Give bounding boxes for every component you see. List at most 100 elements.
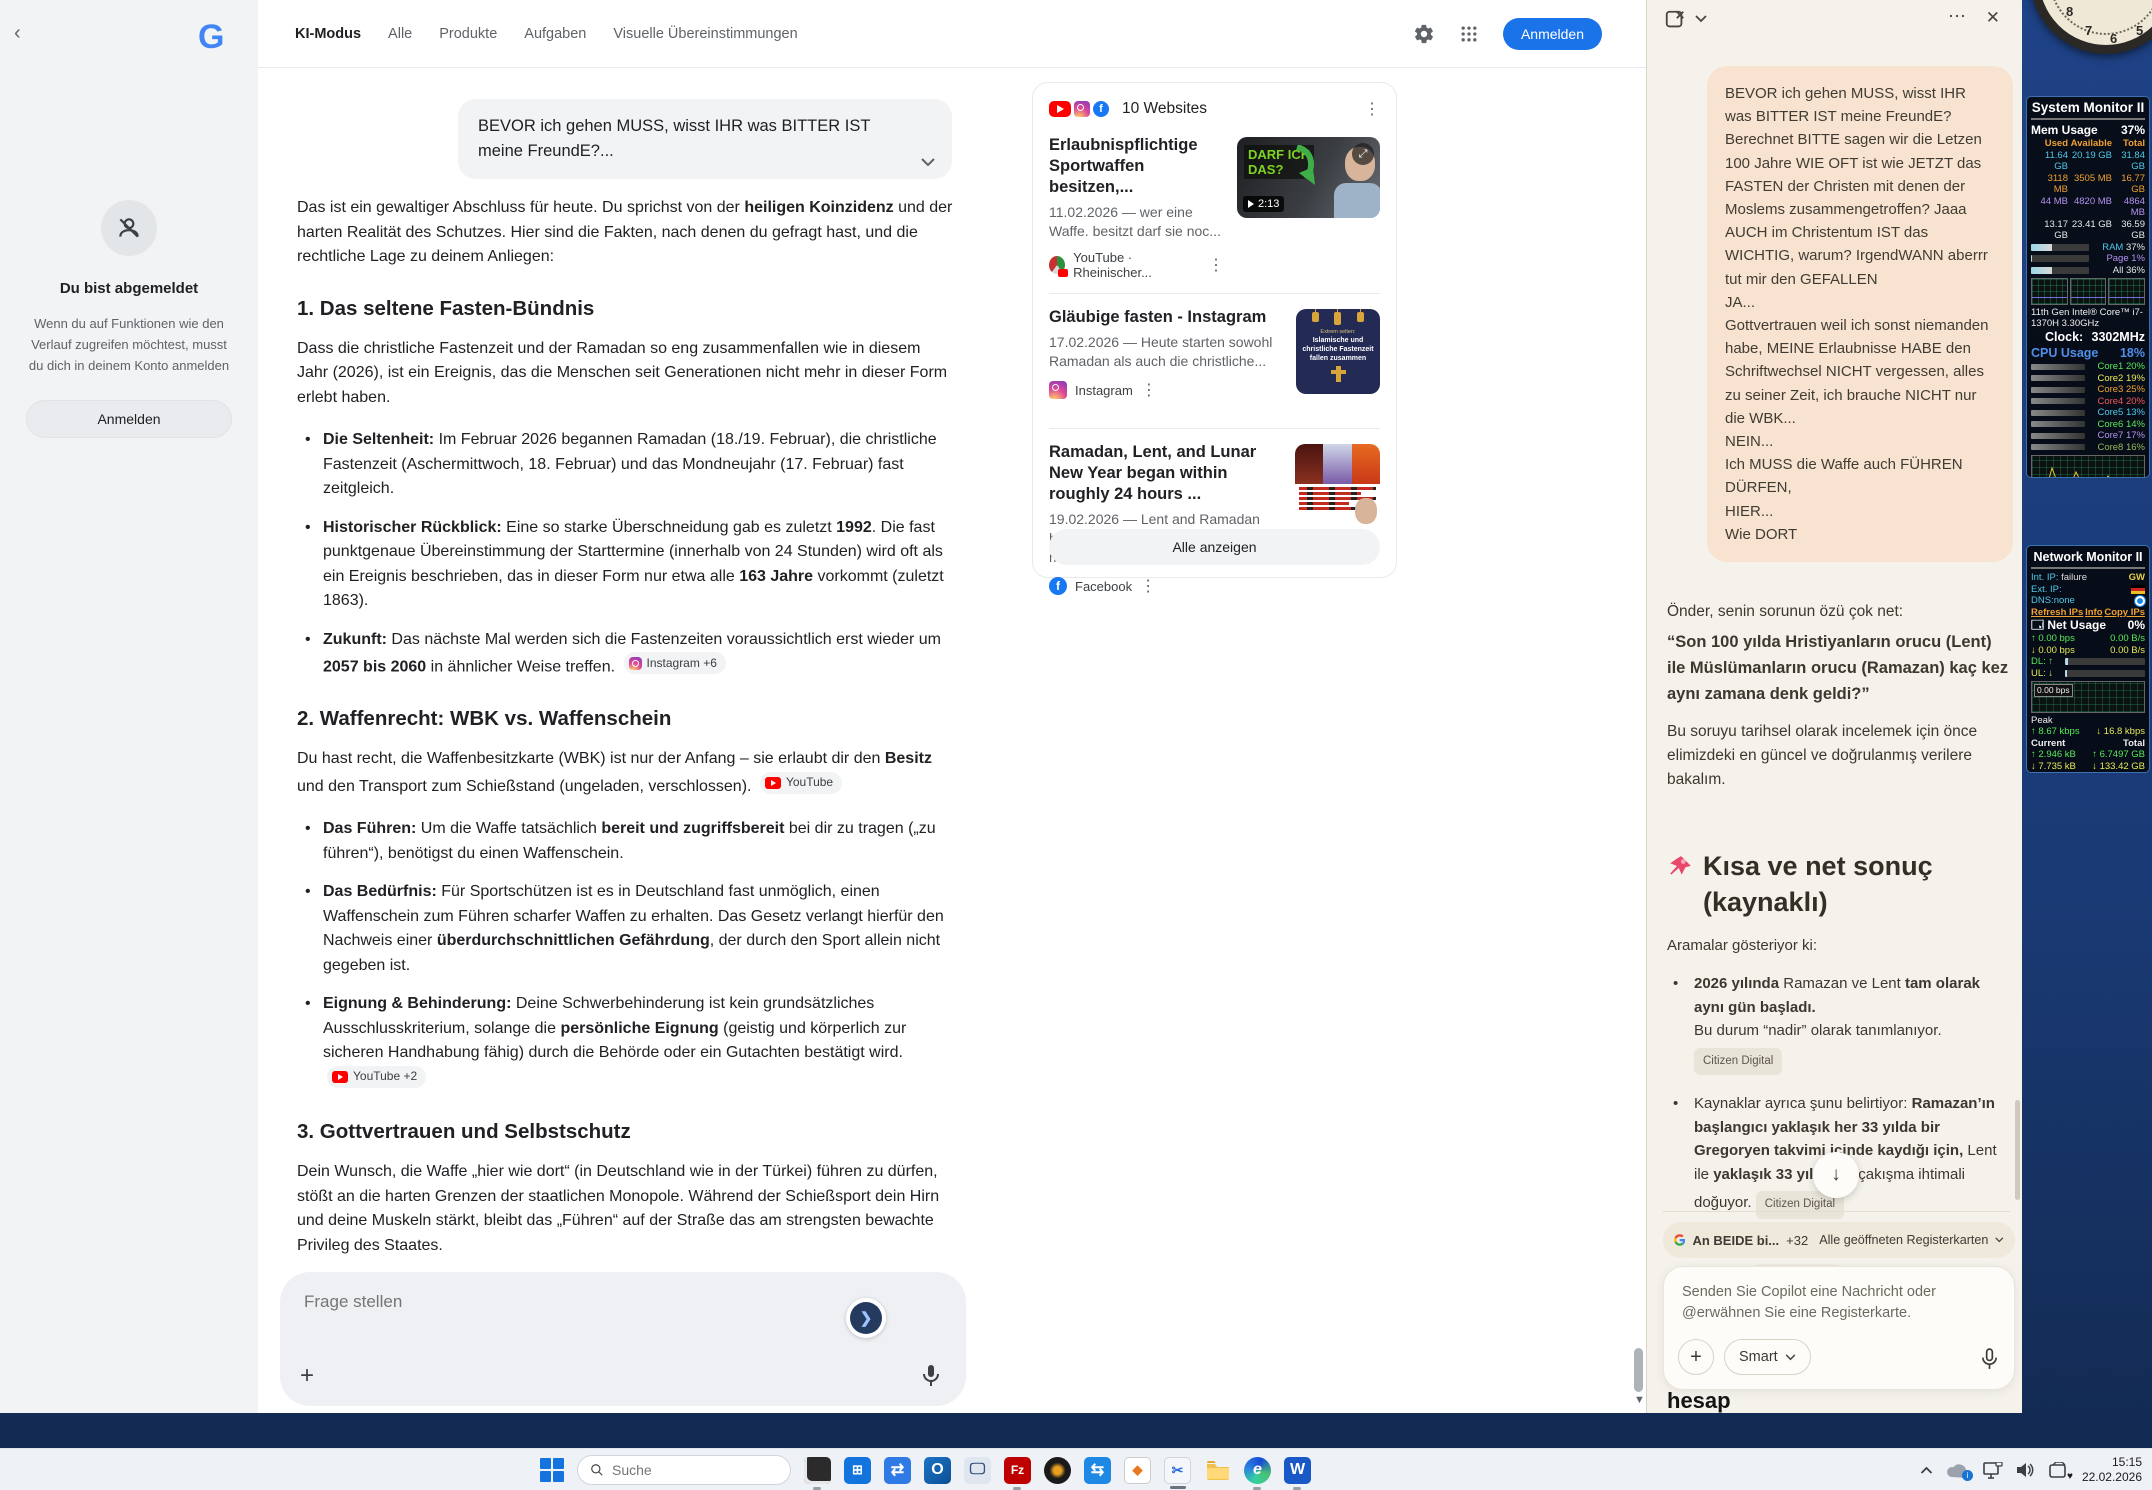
copilot-scrollbar[interactable] bbox=[2015, 1100, 2020, 1200]
microphone-icon[interactable] bbox=[1981, 1348, 1998, 1371]
mode-selector[interactable]: Smart bbox=[1724, 1339, 1811, 1375]
nav-signin-button[interactable]: Anmelden bbox=[1502, 18, 1602, 50]
tray-chevron-up-icon[interactable] bbox=[1920, 1466, 1933, 1474]
taskbar-clock[interactable]: 15:15 22.02.2026 bbox=[2082, 1455, 2142, 1485]
website-card-youtube[interactable]: Erlaubnispflichtige Sportwaffen besitzen… bbox=[1049, 135, 1380, 280]
card-overflow-icon[interactable]: ⋮ bbox=[1140, 576, 1156, 596]
taskbar-app-media[interactable] bbox=[1044, 1456, 1071, 1484]
context-tabs-bar[interactable]: An BEIDE bi... +32 Alle geöffneten Regis… bbox=[1663, 1222, 2015, 1258]
instagram-icon bbox=[628, 656, 642, 670]
panel-overflow-icon[interactable]: ⋮ bbox=[1364, 99, 1380, 119]
card-overflow-icon[interactable]: ⋮ bbox=[1208, 255, 1224, 275]
taskbar-app-edge[interactable]: e bbox=[1244, 1456, 1271, 1490]
list-item: Eignung & Behinderung: Deine Schwerbehin… bbox=[305, 992, 955, 1093]
answer-heading-1: 1. Das seltene Fasten-Bündnis bbox=[297, 296, 595, 320]
volume-icon[interactable] bbox=[2016, 1462, 2036, 1478]
close-panel-icon[interactable]: ✕ bbox=[1986, 8, 2000, 28]
taskbar-app-desktops[interactable] bbox=[804, 1456, 831, 1490]
account-off-icon bbox=[101, 200, 157, 256]
channel-favicon bbox=[1049, 256, 1069, 277]
mem-col-available: Available bbox=[2070, 138, 2112, 149]
browser-scrollbar[interactable]: ▼ bbox=[1633, 0, 1645, 1413]
info-link[interactable]: Info bbox=[2085, 607, 2102, 619]
citation-badge[interactable]: Citizen Digital bbox=[1694, 1047, 1783, 1075]
search-input[interactable] bbox=[612, 1462, 762, 1478]
taskbar-app-word[interactable]: W bbox=[1284, 1456, 1311, 1490]
mem-col-used: Used bbox=[2044, 138, 2068, 149]
instagram-thumbnail[interactable]: Extrem selten: Islamische und christlich… bbox=[1296, 309, 1380, 394]
settings-gear-icon[interactable] bbox=[1413, 23, 1435, 45]
website-card-instagram[interactable]: Gläubige fasten - Instagram 17.02.2026 —… bbox=[1049, 307, 1380, 415]
video-duration: 2:13 bbox=[1243, 196, 1285, 212]
expand-query-chevron-icon[interactable] bbox=[920, 157, 936, 167]
cast-display-icon[interactable] bbox=[1983, 1461, 2003, 1479]
refresh-ips-link[interactable]: Refresh IPs bbox=[2031, 607, 2083, 619]
new-chat-icon[interactable] bbox=[1664, 9, 1686, 31]
network-monitor-widget: Network Monitor II Int. IP: failure GW Ex… bbox=[2026, 545, 2150, 773]
facebook-icon: f bbox=[1049, 577, 1067, 595]
answer-heading-2: 2. Waffenrecht: WBK vs. Waffenschein bbox=[297, 707, 672, 730]
card-overflow-icon[interactable]: ⋮ bbox=[1141, 380, 1157, 400]
tab-aufgaben[interactable]: Aufgaben bbox=[524, 26, 586, 42]
taskbar-app-snipping[interactable]: ✂ bbox=[1164, 1456, 1191, 1489]
chevron-down-icon[interactable] bbox=[1695, 15, 1707, 23]
add-attachment-icon[interactable]: + bbox=[300, 1362, 314, 1390]
instagram-icon bbox=[1074, 101, 1090, 117]
copilot-input-placeholder[interactable]: Senden Sie Copilot eine Nachricht oder @… bbox=[1682, 1282, 1972, 1324]
onedrive-icon[interactable]: i bbox=[1946, 1462, 1973, 1481]
taskbar-search[interactable] bbox=[577, 1455, 791, 1485]
google-logo[interactable]: G bbox=[198, 18, 224, 57]
source-chip-instagram[interactable]: Instagram +6 bbox=[623, 652, 726, 674]
tab-visuelle-uebereinstimmungen[interactable]: Visuelle Übereinstimmungen bbox=[613, 26, 797, 42]
taskbar-app-vmware[interactable]: ◆ bbox=[1124, 1456, 1151, 1484]
video-thumbnail[interactable]: DARF ICH DAS? ⤢ 2:13 bbox=[1237, 137, 1380, 218]
add-icon[interactable]: + bbox=[1678, 1339, 1714, 1375]
answer-list-2: Das Führen: Um die Waffe tatsächlich ber… bbox=[297, 817, 955, 1093]
user-query-bubble[interactable]: BEVOR ich gehen MUSS, wisst IHR was BITT… bbox=[458, 99, 952, 179]
ai-mode-icon[interactable]: ❯ bbox=[846, 1298, 886, 1338]
taskbar-app-store[interactable]: ⊞ bbox=[844, 1456, 871, 1484]
taskbar-app-video-converter[interactable]: ⇆ bbox=[1084, 1456, 1111, 1484]
taskbar-app-outlook[interactable]: O bbox=[924, 1456, 951, 1484]
copilot-input-card[interactable]: Senden Sie Copilot eine Nachricht oder @… bbox=[1663, 1266, 2015, 1390]
website-card-facebook[interactable]: Ramadan, Lent, and Lunar New Year began … bbox=[1049, 442, 1380, 596]
source-chip-youtube-2[interactable]: YouTube +2 bbox=[327, 1065, 427, 1088]
net-history-graph: 0.00 bps bbox=[2031, 681, 2145, 713]
scroll-down-icon[interactable]: ▼ bbox=[1634, 1394, 1645, 1406]
pushpin-icon bbox=[1667, 848, 1693, 920]
response-paragraph: Bu soruyu tarihsel olarak incelemek için… bbox=[1667, 723, 1978, 788]
cpu-name: 11th Gen Intel® Core™ i7-1370H 3.30GHz bbox=[2031, 307, 2143, 329]
show-all-button[interactable]: Alle anzeigen bbox=[1049, 529, 1380, 565]
list-item: Zukunft: Das nächste Mal werden sich die… bbox=[305, 628, 955, 681]
start-button[interactable] bbox=[540, 1458, 564, 1482]
cpu-history-graph bbox=[2031, 455, 2145, 477]
google-favicon bbox=[1674, 1234, 1686, 1246]
tab-produkte[interactable]: Produkte bbox=[439, 26, 497, 42]
scrollbar-thumb[interactable] bbox=[1634, 1348, 1643, 1392]
ask-input-box[interactable]: ❯ + bbox=[280, 1272, 966, 1406]
copy-ips-link[interactable]: Copy IPs bbox=[2104, 607, 2145, 619]
chevron-down-icon bbox=[1995, 1237, 2004, 1243]
germany-flag-icon bbox=[2131, 584, 2145, 594]
expand-icon[interactable]: ⤢ bbox=[1352, 143, 1374, 165]
tab-ki-modus[interactable]: KI-Modus bbox=[295, 26, 361, 42]
apps-grid-icon[interactable] bbox=[1459, 24, 1479, 44]
taskbar-app-filezilla[interactable]: Fz bbox=[1004, 1456, 1031, 1490]
source-chip-youtube[interactable]: YouTube bbox=[759, 771, 843, 794]
taskbar-app-explorer[interactable] bbox=[1204, 1457, 1231, 1484]
microphone-icon[interactable] bbox=[922, 1364, 940, 1388]
ask-input[interactable] bbox=[304, 1292, 724, 1312]
taskbar-app-pc[interactable]: 🖵 bbox=[964, 1456, 991, 1484]
heart-badge: ♥ bbox=[2067, 1471, 2073, 1482]
more-options-icon[interactable]: ⋯ bbox=[1948, 6, 1966, 27]
list-item: Das Bedürfnis: Für Sportschützen ist es … bbox=[305, 880, 955, 978]
taskbar-app-sync[interactable]: ⇄ bbox=[884, 1456, 911, 1484]
facebook-thumbnail[interactable] bbox=[1295, 444, 1380, 526]
back-chevron-icon[interactable]: ‹ bbox=[14, 22, 21, 45]
tab-alle[interactable]: Alle bbox=[388, 26, 412, 42]
photos-sync-icon[interactable]: ♥ bbox=[2049, 1462, 2073, 1482]
scroll-to-bottom-button[interactable]: ↓ bbox=[1813, 1152, 1859, 1198]
cpu-usage-value: 18% bbox=[2119, 346, 2145, 360]
cross-graphic bbox=[1330, 366, 1346, 382]
sidebar-signin-button[interactable]: Anmelden bbox=[26, 400, 232, 438]
